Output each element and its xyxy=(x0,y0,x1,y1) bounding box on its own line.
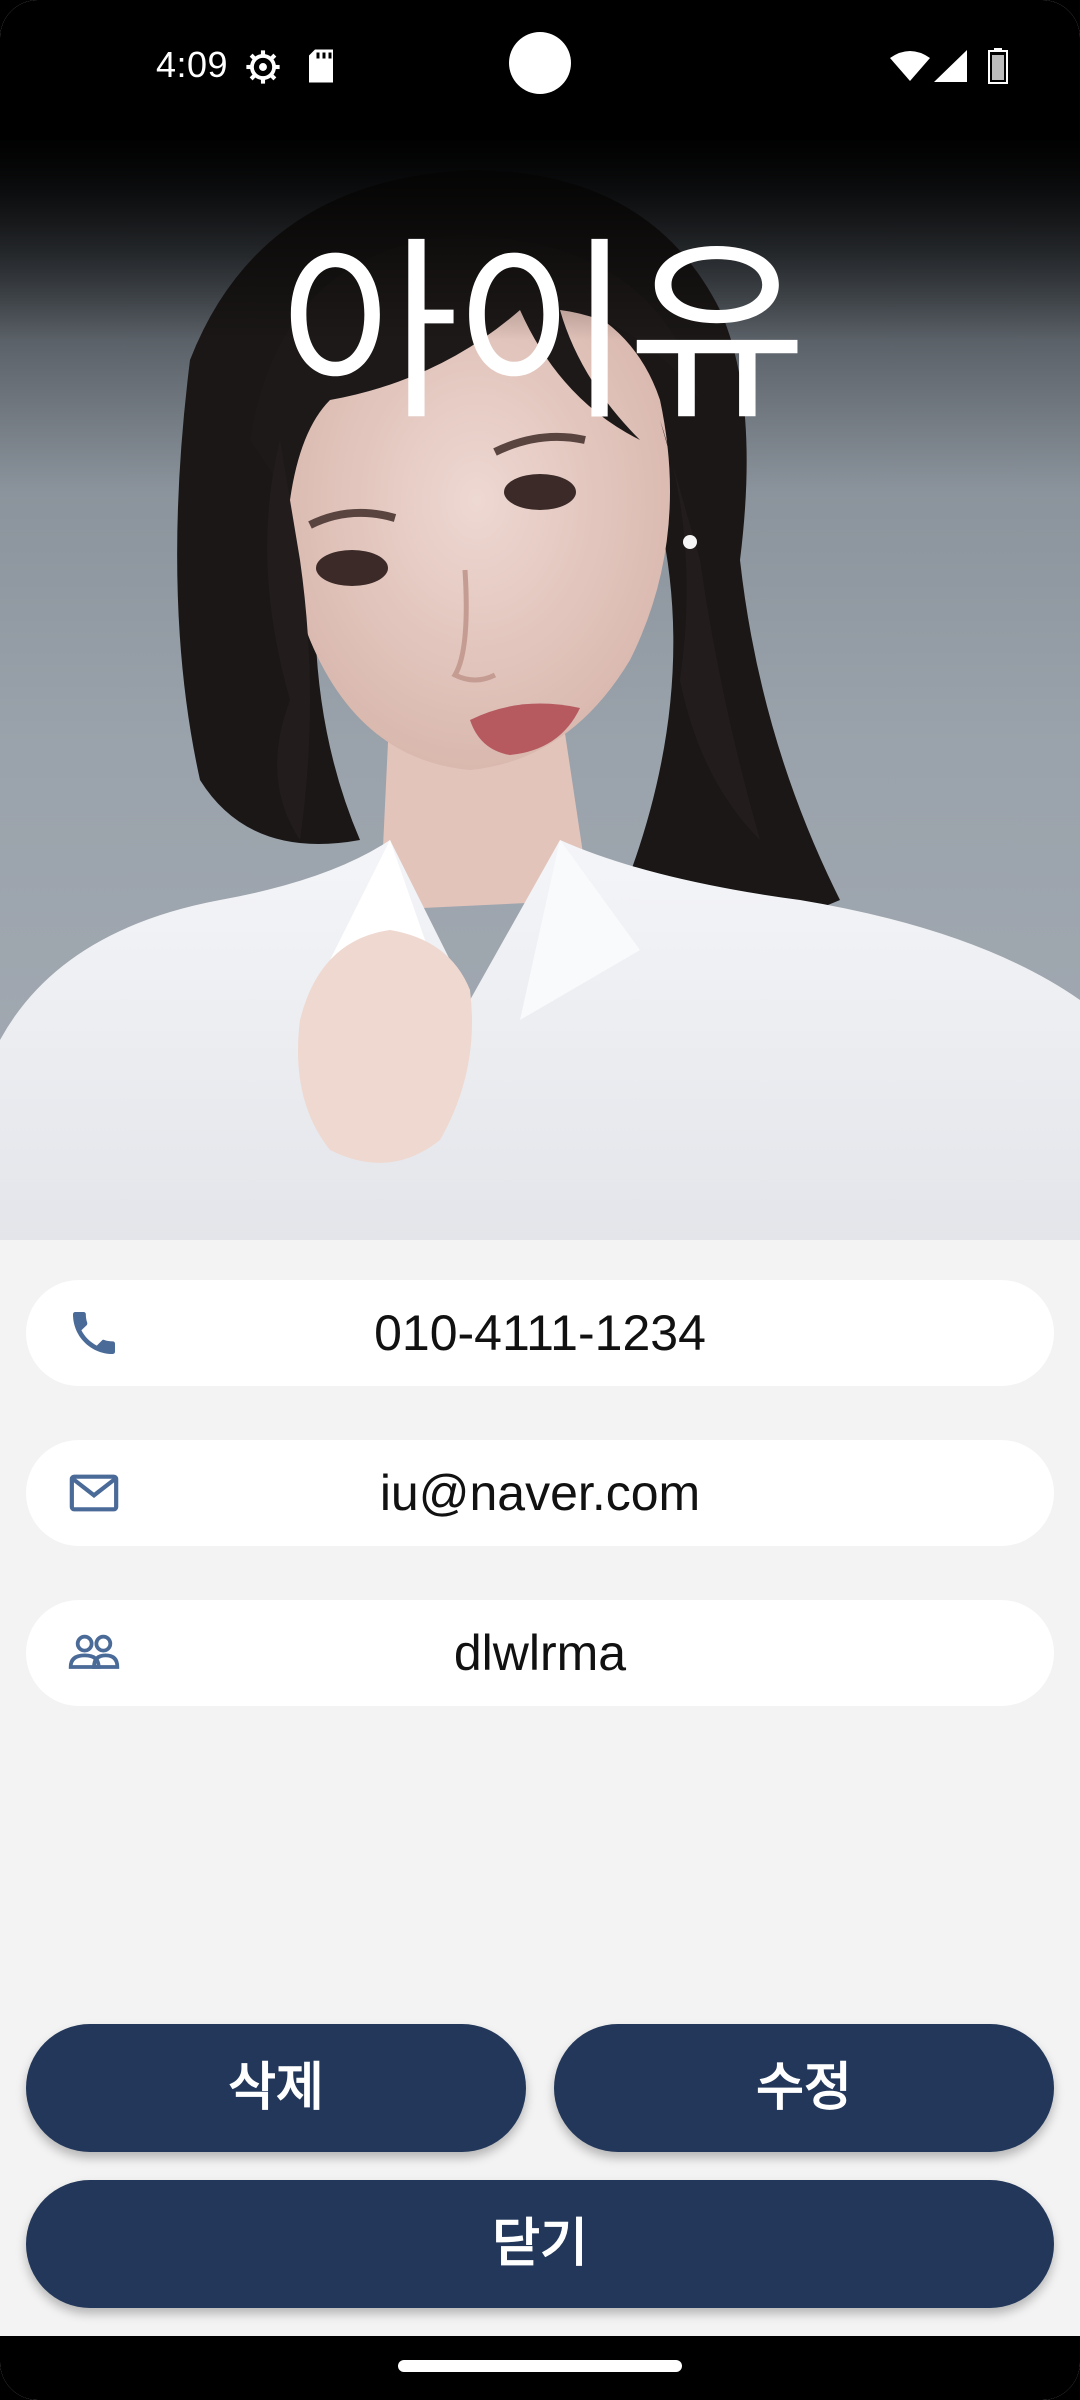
contact-name: 아이유 xyxy=(278,220,808,448)
contact-detail-screen: 4:09 아이유 010-4111-1234 iu@naver.com dlwl… xyxy=(0,0,1080,2400)
front-camera xyxy=(509,32,571,94)
email-address: iu@naver.com xyxy=(379,1465,701,1521)
navigation-bar xyxy=(0,2336,1080,2400)
home-gesture-handle[interactable] xyxy=(398,2360,682,2372)
status-time: 4:09 xyxy=(156,44,229,85)
battery-icon xyxy=(988,48,1008,84)
sd-card-icon xyxy=(309,49,333,83)
wifi-icon xyxy=(890,51,930,81)
phone-number: 010-4111-1234 xyxy=(374,1305,706,1361)
group-row[interactable]: dlwlrma xyxy=(26,1600,1054,1706)
close-button[interactable]: 닫기 xyxy=(26,2180,1054,2308)
contact-photo: 아이유 xyxy=(0,140,1080,1240)
settings-gear-icon xyxy=(246,50,280,84)
group-name: dlwlrma xyxy=(453,1625,627,1681)
edit-button[interactable]: 수정 xyxy=(554,2024,1054,2152)
cell-signal-icon xyxy=(934,50,967,82)
status-bar: 4:09 xyxy=(0,0,1080,140)
delete-button[interactable]: 삭제 xyxy=(26,2024,526,2152)
phone-row[interactable]: 010-4111-1234 xyxy=(26,1280,1054,1386)
email-row[interactable]: iu@naver.com xyxy=(26,1440,1054,1546)
